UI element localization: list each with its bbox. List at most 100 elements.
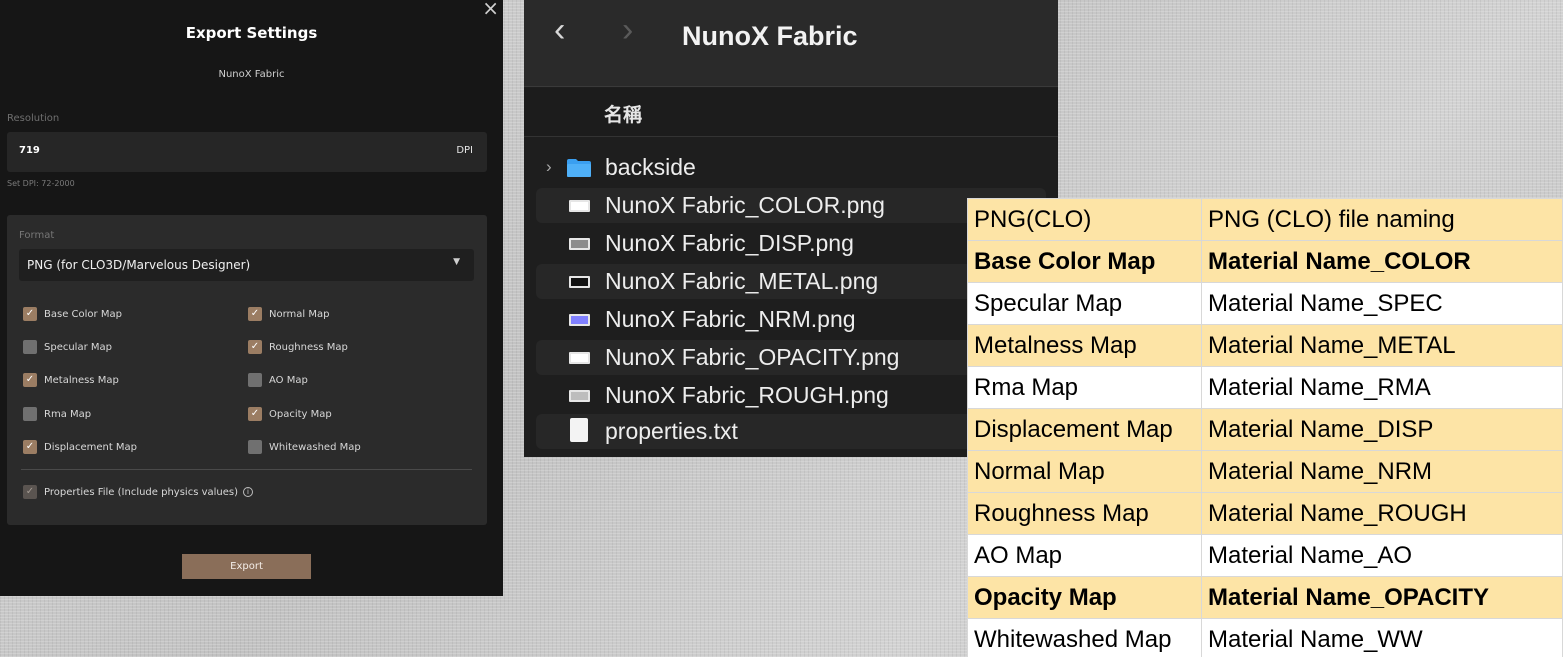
file-name: backside <box>605 154 696 180</box>
file-name-pattern-cell: Material Name_NRM <box>1201 450 1563 493</box>
image-file-icon <box>569 314 590 326</box>
map-label: Displacement Map <box>44 441 138 453</box>
map-label: Rma Map <box>44 408 92 420</box>
file-name-pattern-cell: Material Name_RMA <box>1201 366 1563 409</box>
image-file-icon <box>569 238 590 250</box>
map-checkbox-opacity-map[interactable]: ✓ Opacity Map <box>248 405 332 423</box>
image-file-icon <box>569 390 590 402</box>
map-label: Metalness Map <box>44 374 119 386</box>
image-file-icon <box>569 276 590 288</box>
resolution-input[interactable]: 719 DPI <box>7 132 487 172</box>
map-checkbox-normal-map[interactable]: ✓ Normal Map <box>248 305 329 323</box>
checkbox-checked-icon: ✓ <box>23 307 37 321</box>
caret-down-icon: ▼ <box>453 257 460 267</box>
checkbox-checked-icon: ✓ <box>23 373 37 387</box>
checkbox-unchecked-icon <box>248 440 262 454</box>
file-name-pattern-cell: Material Name_COLOR <box>1201 240 1563 283</box>
table-row: Normal Map Material Name_NRM <box>967 450 1563 493</box>
map-type-cell: Base Color Map <box>967 240 1202 283</box>
properties-file-label: Properties File (Include physics values) <box>44 486 239 498</box>
file-name: NunoX Fabric_DISP.png <box>605 230 854 256</box>
map-checkbox-metalness-map[interactable]: ✓ Metalness Map <box>23 371 119 389</box>
map-type-cell: Whitewashed Map <box>967 618 1202 657</box>
disclosure-triangle-icon[interactable]: › <box>546 157 552 177</box>
map-checkbox-rma-map[interactable]: Rma Map <box>23 405 91 423</box>
file-name: NunoX Fabric_COLOR.png <box>605 192 885 218</box>
properties-file-checkbox[interactable]: ✓ Properties File (Include physics value… <box>23 483 254 501</box>
map-type-cell: Roughness Map <box>967 492 1202 535</box>
checkbox-unchecked-icon <box>23 407 37 421</box>
checkbox-unchecked-icon <box>23 340 37 354</box>
file-name-pattern-cell: Material Name_ROUGH <box>1201 492 1563 535</box>
format-label: Format <box>19 230 55 241</box>
checkbox-checked-icon: ✓ <box>23 440 37 454</box>
map-checkbox-displacement-map[interactable]: ✓ Displacement Map <box>23 438 137 456</box>
folder-icon <box>567 159 591 177</box>
file-naming-table: PNG(CLO) PNG (CLO) file naming Base Color … <box>967 198 1563 657</box>
map-checkbox-whitewashed-map[interactable]: Whitewashed Map <box>248 438 361 456</box>
checkbox-checked-icon: ✓ <box>248 407 262 421</box>
file-row[interactable]: › backside <box>536 150 1046 185</box>
dialog-subtitle: NunoX Fabric <box>218 69 285 80</box>
image-file-icon <box>569 200 590 212</box>
file-name: properties.txt <box>605 418 738 444</box>
resolution-unit: DPI <box>456 145 473 156</box>
file-name-pattern-cell: PNG (CLO) file naming <box>1201 198 1563 241</box>
export-settings-dialog: × Export Settings NunoX Fabric Resolutio… <box>0 0 503 596</box>
map-label: Roughness Map <box>269 341 348 353</box>
table-row: Specular Map Material Name_SPEC <box>967 282 1563 325</box>
forward-arrow-icon[interactable]: › <box>622 13 633 47</box>
table-row: Displacement Map Material Name_DISP <box>967 408 1563 451</box>
table-row: Base Color Map Material Name_COLOR <box>967 240 1563 283</box>
close-icon[interactable]: × <box>482 0 499 20</box>
map-label: Specular Map <box>44 341 112 353</box>
divider <box>21 469 472 470</box>
map-type-cell: AO Map <box>967 534 1202 577</box>
map-label: Base Color Map <box>44 308 122 320</box>
checkbox-checked-icon: ✓ <box>23 485 37 499</box>
table-row: PNG(CLO) PNG (CLO) file naming <box>967 198 1563 241</box>
map-label: AO Map <box>269 374 308 386</box>
file-name-pattern-cell: Material Name_SPEC <box>1201 282 1563 325</box>
file-name: NunoX Fabric_NRM.png <box>605 306 856 332</box>
resolution-value[interactable]: 719 <box>19 145 40 156</box>
map-label: Normal Map <box>269 308 330 320</box>
back-arrow-icon[interactable]: ‹ <box>554 13 565 47</box>
map-type-cell: Displacement Map <box>967 408 1202 451</box>
image-file-icon <box>569 352 590 364</box>
dialog-title: Export Settings <box>185 24 318 42</box>
map-type-cell: Normal Map <box>967 450 1202 493</box>
map-checkbox-base-color-map[interactable]: ✓ Base Color Map <box>23 305 122 323</box>
file-name-pattern-cell: Material Name_WW <box>1201 618 1563 657</box>
map-checkbox-roughness-map[interactable]: ✓ Roughness Map <box>248 338 348 356</box>
finder-title: NunoX Fabric <box>682 21 858 51</box>
finder-toolbar: ‹ › NunoX Fabric <box>524 0 1058 87</box>
export-button[interactable]: Export <box>182 554 311 579</box>
checkbox-checked-icon: ✓ <box>248 307 262 321</box>
info-icon[interactable]: i <box>243 487 254 497</box>
table-row: Roughness Map Material Name_ROUGH <box>967 492 1563 535</box>
table-row: Rma Map Material Name_RMA <box>967 366 1563 409</box>
map-label: Opacity Map <box>269 408 332 420</box>
format-selected-value: PNG (for CLO3D/Marvelous Designer) <box>27 258 251 272</box>
file-name-pattern-cell: Material Name_AO <box>1201 534 1563 577</box>
map-checkbox-specular-map[interactable]: Specular Map <box>23 338 112 356</box>
map-label: Whitewashed Map <box>269 441 361 453</box>
map-type-cell: Metalness Map <box>967 324 1202 367</box>
file-name-pattern-cell: Material Name_METAL <box>1201 324 1563 367</box>
column-header[interactable]: 名稱 <box>524 88 1058 137</box>
map-type-cell: Rma Map <box>967 366 1202 409</box>
format-select[interactable]: PNG (for CLO3D/Marvelous Designer) ▼ <box>19 249 474 281</box>
map-checkbox-ao-map[interactable]: AO Map <box>248 371 308 389</box>
map-type-cell: Opacity Map <box>967 576 1202 619</box>
file-name-pattern-cell: Material Name_DISP <box>1201 408 1563 451</box>
file-name: NunoX Fabric_METAL.png <box>605 268 879 294</box>
table-row: Metalness Map Material Name_METAL <box>967 324 1563 367</box>
map-type-cell: Specular Map <box>967 282 1202 325</box>
file-name: NunoX Fabric_OPACITY.png <box>605 344 900 370</box>
table-row: AO Map Material Name_AO <box>967 534 1563 577</box>
table-row: Whitewashed Map Material Name_WW <box>967 618 1563 657</box>
file-name: NunoX Fabric_ROUGH.png <box>605 382 889 408</box>
table-row: Opacity Map Material Name_OPACITY <box>967 576 1563 619</box>
text-file-icon <box>570 418 588 442</box>
